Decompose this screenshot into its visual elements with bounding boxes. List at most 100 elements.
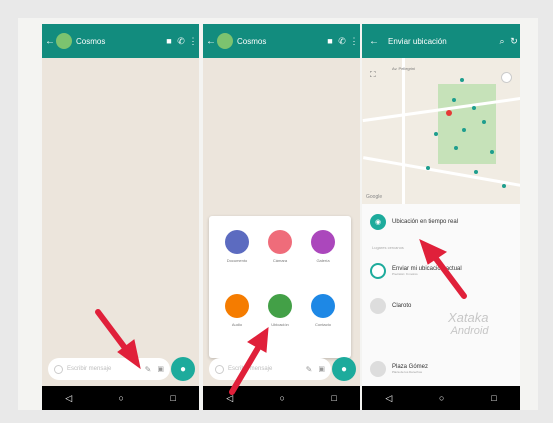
attach-document-button[interactable]: Documento <box>217 230 257 263</box>
chat-attach-screen: ← Cosmos ■ ✆ ⋮ Documento Cámara Galería … <box>203 24 360 410</box>
map-place-dot <box>462 128 466 132</box>
attach-label: Contacto <box>314 322 331 327</box>
nav-back-icon[interactable]: ◁ <box>385 393 392 404</box>
back-arrow-icon[interactable]: ← <box>368 36 380 47</box>
nav-back-icon[interactable]: ◁ <box>65 393 72 404</box>
location-pin-icon <box>268 294 292 318</box>
attach-label: Galería <box>316 258 330 263</box>
search-icon[interactable]: ⌕ <box>496 36 508 47</box>
attach-icon[interactable]: ✎ <box>306 365 313 374</box>
chat-screen: ← Cosmos ■ ✆ ⋮ Escribir mensaje ✎ ▣ ● ◁ … <box>42 24 199 410</box>
gallery-icon <box>311 230 335 254</box>
phone-icon[interactable]: ✆ <box>336 36 348 47</box>
map-place-dot <box>472 106 476 110</box>
map-place-dot <box>454 146 458 150</box>
current-location-text: Enviar mi ubicación actual Precisión: 9 … <box>392 266 462 276</box>
mic-icon: ● <box>179 363 187 375</box>
chat-title[interactable]: Cosmos <box>76 37 163 46</box>
map-view[interactable]: Av. Pellegrini ⛶ Google <box>362 58 520 204</box>
live-location-label: Ubicación en tiempo real <box>392 219 459 225</box>
attach-gallery-button[interactable]: Galería <box>303 230 343 263</box>
map-place-dot <box>426 166 430 170</box>
map-place-dot <box>460 78 464 82</box>
attach-camera-button[interactable]: Cámara <box>260 230 300 263</box>
map-place-dot <box>452 98 456 102</box>
attach-contact-button[interactable]: Contacto <box>303 294 343 327</box>
mic-button[interactable]: ● <box>332 357 356 381</box>
android-nav-bar: ◁ ○ □ <box>42 386 199 410</box>
nav-back-icon[interactable]: ◁ <box>226 393 233 404</box>
current-location-item[interactable]: Enviar mi ubicación actual Precisión: 9 … <box>362 256 520 286</box>
video-call-icon[interactable]: ■ <box>324 36 336 46</box>
map-place-dot <box>434 132 438 136</box>
place-icon <box>370 361 386 377</box>
camera-icon <box>268 230 292 254</box>
map-place-dot <box>502 184 506 188</box>
camera-icon[interactable]: ▣ <box>157 365 164 373</box>
video-call-icon[interactable]: ■ <box>163 36 175 46</box>
attach-icon[interactable]: ✎ <box>145 365 152 374</box>
more-options-icon[interactable]: ⋮ <box>187 36 199 47</box>
message-placeholder: Escribir mensaje <box>67 366 112 372</box>
watermark-line1: Xataka <box>448 310 489 325</box>
nav-recents-icon[interactable]: □ <box>331 393 336 403</box>
document-icon <box>225 230 249 254</box>
nav-recents-icon[interactable]: □ <box>491 393 496 403</box>
place-icon <box>370 298 386 314</box>
android-nav-bar: ◁ ○ □ <box>203 386 360 410</box>
place-item[interactable]: Plaza Gómez Plaza de los Derechos <box>362 354 520 384</box>
refresh-icon[interactable]: ↻ <box>508 36 520 47</box>
place-sub: Plaza de los Derechos <box>392 370 423 374</box>
google-logo: Google <box>366 194 383 200</box>
attachment-sheet: Documento Cámara Galería Audio Ubicación… <box>209 216 351 358</box>
camera-icon[interactable]: ▣ <box>318 365 325 373</box>
location-title: Enviar ubicación <box>388 36 447 46</box>
phone-icon[interactable]: ✆ <box>175 36 187 47</box>
attach-label: Cámara <box>272 258 288 263</box>
watermark-line2: Android <box>450 325 489 337</box>
nav-home-icon[interactable]: ○ <box>280 393 285 403</box>
map-place-dot <box>474 170 478 174</box>
current-location-icon <box>370 263 386 279</box>
nav-home-icon[interactable]: ○ <box>439 393 444 403</box>
my-location-icon[interactable] <box>501 72 512 83</box>
map-park <box>438 84 496 164</box>
place-text: Plaza Gómez Plaza de los Derechos <box>392 364 428 374</box>
send-location-screen: ← Enviar ubicación ⌕ ↻ Av. Pellegrini ⛶ … <box>362 24 520 410</box>
live-location-item[interactable]: ◉ Ubicación en tiempo real <box>362 208 520 236</box>
fullscreen-icon[interactable]: ⛶ <box>370 70 376 80</box>
map-street-label: Av. Pellegrini <box>392 66 415 71</box>
message-input[interactable]: Escribir mensaje ✎ ▣ <box>209 358 331 380</box>
attach-label: Ubicación <box>271 322 289 327</box>
mic-button[interactable]: ● <box>171 357 195 381</box>
place-item[interactable]: Claroto <box>362 292 520 320</box>
watermark: Xataka Android <box>448 310 488 337</box>
more-options-icon[interactable]: ⋮ <box>348 36 360 47</box>
attach-label: Audio <box>231 322 243 327</box>
chat-header: ← Cosmos ■ ✆ ⋮ <box>42 24 199 58</box>
chat-header: ← Cosmos ■ ✆ ⋮ <box>203 24 360 58</box>
android-nav-bar: ◁ ○ □ <box>362 386 520 410</box>
mic-icon: ● <box>340 363 348 375</box>
nearby-section-label: Lugares cercanos <box>372 244 404 250</box>
nav-home-icon[interactable]: ○ <box>119 393 124 403</box>
back-arrow-icon[interactable]: ← <box>205 36 217 47</box>
attach-location-button[interactable]: Ubicación <box>260 294 300 327</box>
contact-icon <box>311 294 335 318</box>
message-input[interactable]: Escribir mensaje ✎ ▣ <box>48 358 170 380</box>
place-label: Claroto <box>392 303 412 309</box>
attach-label: Documento <box>226 258 248 263</box>
accuracy-text: Precisión: 9 metros <box>392 272 418 276</box>
avatar[interactable] <box>217 33 233 49</box>
emoji-icon[interactable] <box>215 364 224 374</box>
nav-recents-icon[interactable]: □ <box>170 393 175 403</box>
location-header: ← Enviar ubicación ⌕ ↻ <box>362 24 520 58</box>
emoji-icon[interactable] <box>54 364 63 374</box>
chat-title[interactable]: Cosmos <box>237 37 324 46</box>
avatar[interactable] <box>56 33 72 49</box>
headphones-icon <box>225 294 249 318</box>
back-arrow-icon[interactable]: ← <box>44 36 56 47</box>
attach-audio-button[interactable]: Audio <box>217 294 257 327</box>
map-place-dot <box>482 120 486 124</box>
map-marker-icon <box>446 110 452 116</box>
